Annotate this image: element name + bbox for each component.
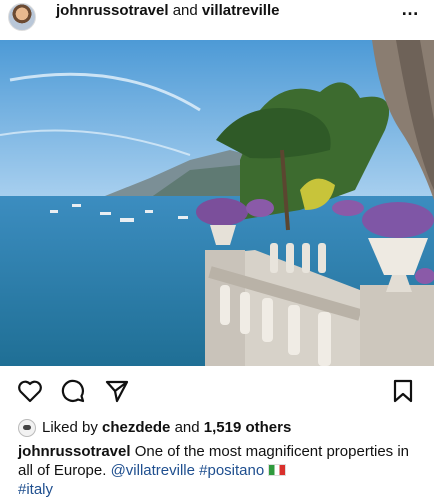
likes-prefix: Liked by bbox=[42, 419, 98, 436]
liker-username[interactable]: chezdede bbox=[102, 418, 170, 438]
caption-hashtag-positano[interactable]: #positano bbox=[199, 462, 264, 479]
action-bar bbox=[0, 378, 434, 404]
more-options-icon[interactable]: … bbox=[401, 0, 420, 18]
post-authors: johnrussotravel and villatreville bbox=[56, 2, 279, 20]
italy-flag-icon bbox=[268, 464, 287, 476]
post-header: johnrussotravel and villatreville … bbox=[0, 0, 434, 40]
author-avatar[interactable] bbox=[8, 3, 36, 31]
collaborator-username[interactable]: villatreville bbox=[202, 2, 280, 19]
bookmark-icon[interactable] bbox=[390, 378, 416, 404]
positano-view-image bbox=[0, 40, 434, 366]
authors-connector: and bbox=[172, 2, 198, 19]
likes-connector: and bbox=[174, 419, 200, 436]
liker-avatar[interactable] bbox=[18, 419, 36, 437]
post-caption: johnrussotravel One of the most magnific… bbox=[18, 442, 422, 499]
comment-icon[interactable] bbox=[60, 378, 86, 404]
likes-count[interactable]: 1,519 others bbox=[204, 418, 292, 438]
send-icon[interactable] bbox=[104, 378, 130, 404]
likes-summary: Liked by chezdede and 1,519 others bbox=[18, 418, 291, 438]
caption-mention[interactable]: @villatreville bbox=[111, 462, 195, 479]
post-photo[interactable] bbox=[0, 40, 434, 366]
author-username[interactable]: johnrussotravel bbox=[56, 2, 169, 19]
caption-hashtag-italy[interactable]: #italy bbox=[18, 481, 53, 498]
caption-author[interactable]: johnrussotravel bbox=[18, 443, 131, 460]
heart-icon[interactable] bbox=[17, 378, 43, 404]
